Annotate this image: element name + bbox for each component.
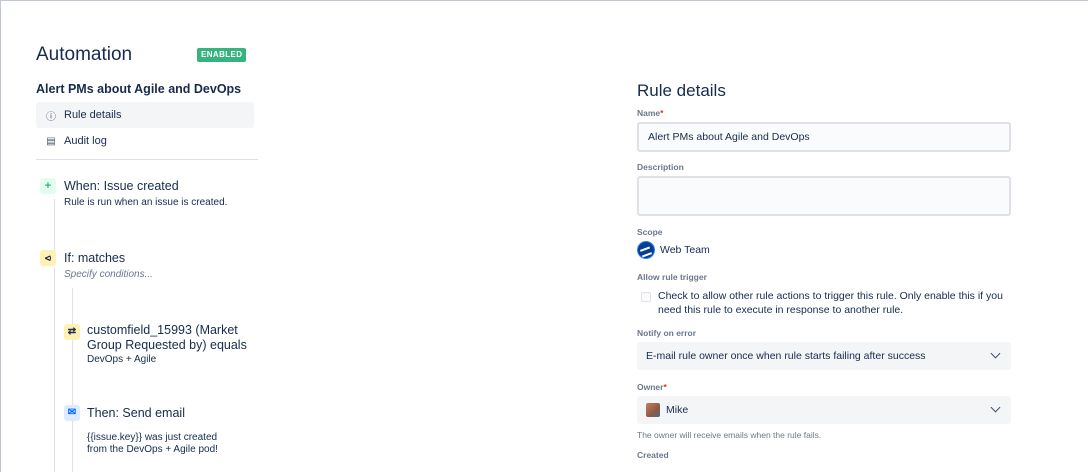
name-field[interactable]: Alert PMs about Agile and DevOps [637, 122, 1011, 152]
rule-details-heading: Rule details [637, 81, 726, 100]
sub-condition-title-line1[interactable]: customfield_15993 (Market [87, 323, 238, 337]
info-icon: ⓘ [46, 111, 56, 123]
chevron-down-icon [990, 348, 1001, 359]
action-step-title[interactable]: Then: Send email [87, 406, 185, 420]
nav-item-rule-details[interactable]: ⓘ Rule details [36, 102, 254, 128]
flow-connector [54, 268, 55, 472]
rule-name-heading: Alert PMs about Agile and DevOps [36, 82, 242, 96]
description-label: Description [637, 162, 684, 172]
sub-condition-title-line2[interactable]: Group Requested by) equals [87, 338, 247, 352]
name-label: Name* [637, 108, 664, 118]
nav-item-label: Audit log [64, 135, 107, 147]
action-step-description-line2: from the DevOps + Agile pod! [87, 444, 218, 455]
allow-trigger-checkbox[interactable] [641, 292, 651, 302]
shuffle-icon[interactable]: ⇄ [64, 324, 80, 340]
scope-label: Scope [637, 227, 663, 237]
email-icon[interactable]: ✉ [64, 405, 80, 421]
trigger-step-description: Rule is run when an issue is created. [64, 197, 228, 208]
plus-icon[interactable]: + [40, 178, 56, 194]
condition-step-title[interactable]: If: matches [64, 251, 125, 265]
description-field[interactable] [637, 176, 1011, 216]
created-label: Created [637, 450, 669, 460]
flow-connector [54, 199, 55, 251]
trigger-step-title[interactable]: When: Issue created [64, 179, 179, 193]
owner-help-text: The owner will receive emails when the r… [637, 430, 822, 440]
scope-project-name: Web Team [660, 244, 710, 256]
notify-on-error-value: E-mail rule owner once when rule starts … [646, 350, 926, 362]
flow-branch-connector [72, 288, 73, 472]
owner-select[interactable]: Mike [637, 396, 1011, 424]
avatar [646, 403, 660, 417]
allow-trigger-description[interactable]: Check to allow other rule actions to tri… [658, 289, 1018, 317]
owner-value: Mike [666, 404, 689, 416]
scope-value: Web Team [637, 241, 710, 259]
divider [36, 159, 258, 160]
notify-on-error-label: Notify on error [637, 328, 697, 338]
action-step-description-line1: {{issue.key}} was just created [87, 432, 218, 443]
nav-item-label: Rule details [64, 109, 122, 121]
owner-label: Owner* [637, 382, 667, 392]
nav-item-audit-log[interactable]: ▤ Audit log [36, 128, 254, 154]
status-badge: ENABLED [197, 48, 247, 62]
allow-trigger-label: Allow rule trigger [637, 272, 707, 282]
document-icon: ▤ [46, 135, 56, 147]
condition-step-description: Specify conditions... [64, 269, 153, 280]
notify-on-error-select[interactable]: E-mail rule owner once when rule starts … [637, 342, 1011, 370]
chevron-down-icon [990, 402, 1001, 413]
name-field-value: Alert PMs about Agile and DevOps [648, 131, 810, 143]
page-title: Automation [36, 44, 133, 65]
project-avatar-icon [637, 241, 655, 259]
branch-icon[interactable]: ⪦ [40, 250, 56, 266]
sub-condition-description: DevOps + Agile [87, 354, 157, 365]
